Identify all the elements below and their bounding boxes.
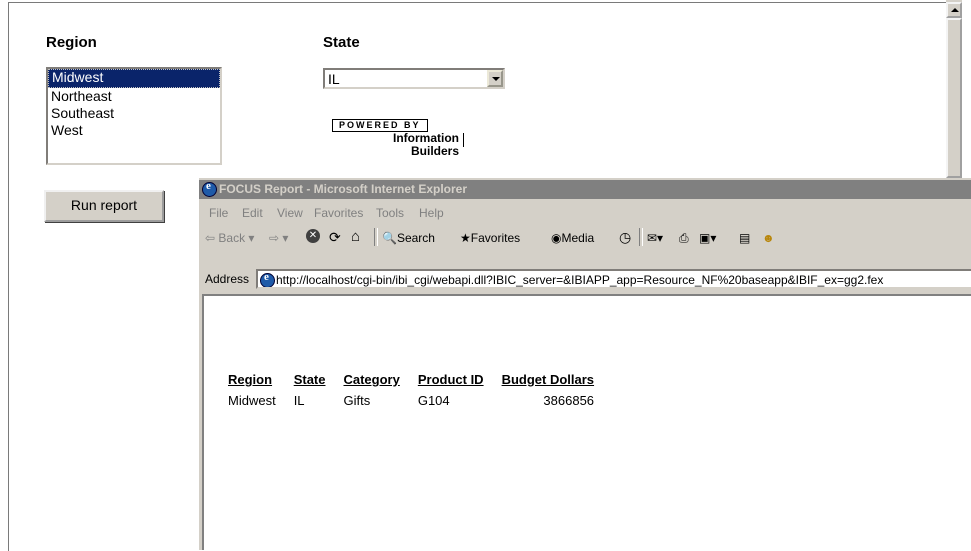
logo-name: Information Builders xyxy=(377,132,459,158)
forward-button[interactable]: ⇨ ▾ xyxy=(269,231,288,245)
window-title: FOCUS Report - Microsoft Internet Explor… xyxy=(219,182,468,196)
logo-rule xyxy=(463,133,464,147)
cell-state: IL xyxy=(293,393,305,408)
state-value: IL xyxy=(328,71,340,87)
search-button[interactable]: 🔍Search xyxy=(382,231,435,245)
scroll-thumb[interactable] xyxy=(946,18,962,178)
logo-line2: Builders xyxy=(410,144,459,158)
refresh-icon[interactable]: ⟳ xyxy=(329,229,341,246)
region-label: Region xyxy=(46,34,97,51)
menu-view[interactable]: View xyxy=(277,206,303,220)
ie-logo-icon xyxy=(202,180,217,197)
favorites-label: Favorites xyxy=(470,231,521,245)
run-report-button[interactable]: Run report xyxy=(44,190,164,222)
address-input[interactable]: http://localhost/cgi-bin/ibi_cgi/webapi.… xyxy=(256,269,971,289)
menu-file[interactable]: File xyxy=(209,206,228,220)
dropdown-arrow-icon[interactable] xyxy=(487,70,503,87)
cell-category: Gifts xyxy=(343,393,371,408)
home-icon[interactable]: ⌂ xyxy=(351,228,360,245)
stop-icon[interactable]: ✕ xyxy=(306,229,320,243)
search-label: Search xyxy=(396,231,435,245)
menu-bar: File Edit View Favorites Tools Help xyxy=(199,201,971,223)
messenger-icon[interactable]: ☻ xyxy=(762,231,775,245)
col-product-id: Product ID xyxy=(417,372,484,387)
information-builders-logo: POWERED BY Information Builders xyxy=(332,119,472,169)
cell-budget-dollars: 3866856 xyxy=(543,393,595,408)
address-label: Address xyxy=(205,272,250,286)
print-icon[interactable]: ⎙ xyxy=(679,231,689,246)
region-listbox[interactable]: Midwest Northeast Southeast West xyxy=(46,67,222,165)
edit-word-icon[interactable]: ▣▾ xyxy=(699,231,716,245)
mail-icon[interactable]: ✉▾ xyxy=(647,231,663,245)
menu-help[interactable]: Help xyxy=(419,206,444,220)
region-option[interactable]: Midwest xyxy=(48,69,220,88)
region-option[interactable]: Northeast xyxy=(48,88,220,105)
cell-product-id: G104 xyxy=(417,393,450,408)
favorites-button[interactable]: ★Favorites xyxy=(460,231,520,245)
discuss-icon[interactable]: ▤ xyxy=(739,231,750,245)
scroll-up-arrow-icon[interactable] xyxy=(946,2,962,18)
report-browser-window: FOCUS Report - Microsoft Internet Explor… xyxy=(197,178,971,550)
col-category: Category xyxy=(343,372,400,387)
toolbar-separator xyxy=(374,228,378,246)
report-content: Region State Category Product ID Budget … xyxy=(202,294,971,550)
cell-region: Midwest xyxy=(228,393,276,408)
state-label: State xyxy=(323,34,360,51)
col-state: State xyxy=(293,372,326,387)
window-titlebar[interactable]: FOCUS Report - Microsoft Internet Explor… xyxy=(199,180,971,199)
col-budget-dollars: Budget Dollars xyxy=(501,372,595,387)
report-table: Region State Category Product ID Budget … xyxy=(228,372,612,408)
menu-edit[interactable]: Edit xyxy=(242,206,263,220)
toolbar-separator xyxy=(639,228,643,246)
page-scrollbar[interactable] xyxy=(946,0,962,178)
menu-favorites[interactable]: Favorites xyxy=(314,206,363,220)
col-region: Region xyxy=(228,372,273,387)
table-row: Midwest IL Gifts G104 3866856 xyxy=(228,393,612,408)
media-button[interactable]: ◉Media xyxy=(551,231,594,245)
region-option[interactable]: Southeast xyxy=(48,105,220,122)
region-option[interactable]: West xyxy=(48,122,220,139)
menu-tools[interactable]: Tools xyxy=(376,206,404,220)
report-header-row: Region State Category Product ID Budget … xyxy=(228,372,612,393)
page-icon xyxy=(260,271,275,287)
back-button[interactable]: ⇦ Back ▾ xyxy=(205,231,254,245)
standard-toolbar: ⇦ Back ▾ ⇨ ▾ ✕ ⟳ ⌂ 🔍Search ★Favorites ◉M… xyxy=(199,225,971,251)
address-url: http://localhost/cgi-bin/ibi_cgi/webapi.… xyxy=(276,273,884,287)
state-select[interactable]: IL xyxy=(323,68,505,89)
address-bar: Address http://localhost/cgi-bin/ibi_cgi… xyxy=(199,268,971,292)
history-icon[interactable]: ◷ xyxy=(619,229,631,246)
back-label: Back xyxy=(218,231,246,245)
media-label: Media xyxy=(561,231,595,245)
